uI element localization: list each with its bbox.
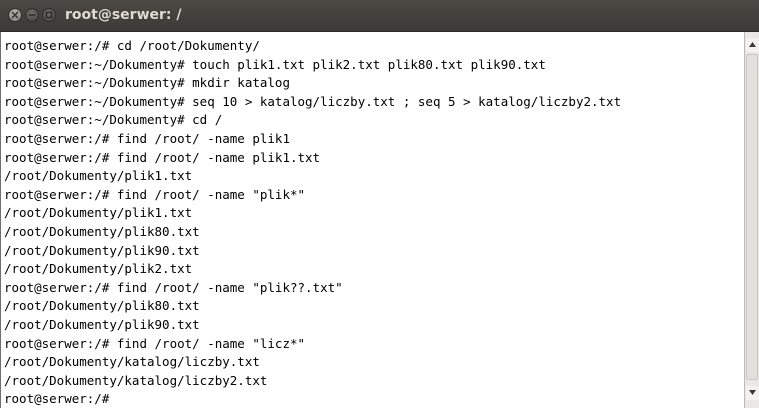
terminal-line: root@serwer:/# cd /root/Dokumenty/ [4,38,260,53]
terminal-line: root@serwer:/# find /root/ -name "plik??… [4,279,343,295]
scroll-up-icon[interactable] [746,38,759,52]
terminal-window: root@serwer: / root@serwer:/# cd /root/D… [0,0,759,408]
terminal-line: /root/Dokumenty/katalog/liczby2.txt [4,372,268,388]
terminal-line: /root/Dokumenty/plik2.txt [4,261,193,277]
terminal-line: root@serwer:~/Dokumenty# touch plik1.txt… [4,56,546,72]
title-bar[interactable]: root@serwer: / [0,0,759,32]
minimize-icon[interactable] [25,8,39,22]
maximize-icon[interactable] [42,8,56,22]
scrollbar-thumb[interactable] [746,54,758,380]
terminal-line: /root/Dokumenty/katalog/liczby.txt [4,354,260,370]
window-title: root@serwer: / [65,7,182,23]
scroll-down-icon[interactable] [746,386,759,400]
terminal-line: /root/Dokumenty/plik1.txt [4,205,193,221]
vertical-scrollbar[interactable] [744,32,759,408]
terminal-text-area[interactable]: root@serwer:/# cd /root/Dokumenty/root@s… [1,32,744,408]
terminal-line: root@serwer:/# find /root/ -name "plik*" [4,186,306,202]
terminal-line: /root/Dokumenty/plik90.txt [4,242,200,258]
terminal-line: /root/Dokumenty/plik80.txt [4,223,200,239]
terminal-line: /root/Dokumenty/plik90.txt [4,316,200,332]
terminal-line: /root/Dokumenty/plik80.txt [4,298,200,314]
terminal-line: /root/Dokumenty/plik1.txt [4,168,193,184]
close-icon[interactable] [8,8,22,22]
terminal-line: root@serwer:~/Dokumenty# seq 10 > katalo… [4,93,622,109]
terminal-line: root@serwer:/# [4,391,117,407]
terminal-line: root@serwer:~/Dokumenty# cd / [4,112,223,128]
terminal-line: root@serwer:/# find /root/ -name plik1 [4,130,290,146]
terminal-line: root@serwer:~/Dokumenty# mkdir katalog [4,75,290,91]
terminal-line: root@serwer:/# find /root/ -name "licz*" [4,335,306,351]
terminal-output[interactable]: root@serwer:/# cd /root/Dokumenty/root@s… [0,32,744,408]
terminal-line: root@serwer:/# find /root/ -name plik1.t… [4,149,321,165]
